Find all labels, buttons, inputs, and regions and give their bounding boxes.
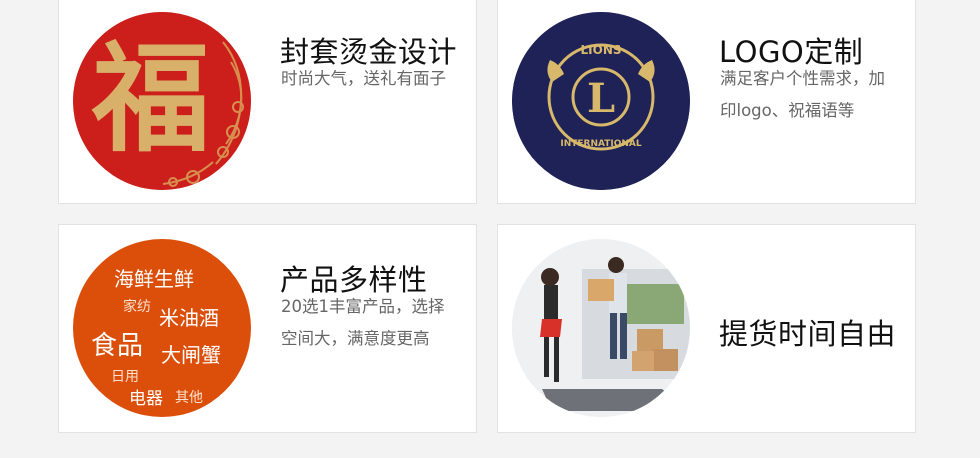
feature-card-product-variety: 海鲜生鲜 家纺 米油酒 食品 大闸蟹 日用 电器 其他 产品多样性 20选1丰富… bbox=[58, 224, 477, 433]
svg-text:L: L bbox=[587, 75, 615, 122]
card-title: 提货时间自由 bbox=[719, 317, 897, 351]
product-word: 米油酒 bbox=[159, 306, 219, 330]
fu-character-icon: 福 bbox=[73, 12, 251, 190]
fu-glyph: 福 bbox=[91, 29, 210, 168]
feature-card-flexible-pickup: 提货时间自由 bbox=[497, 224, 916, 433]
svg-text:LIONS: LIONS bbox=[581, 43, 622, 57]
features-section: 福 封套烫金设计 时尚大气，送礼有面子 L LIONS INTERNATIONA… bbox=[0, 0, 980, 458]
product-word: 日用 bbox=[111, 369, 139, 385]
card-description: 满足客户个性需求，加印logo、祝福语等 bbox=[720, 69, 885, 120]
lions-international-logo-icon: L LIONS INTERNATIONAL bbox=[512, 12, 690, 190]
delivery-courier-icon bbox=[512, 239, 690, 417]
feature-card-envelope-gilding: 福 封套烫金设计 时尚大气，送礼有面子 bbox=[58, 0, 477, 204]
product-word: 家纺 bbox=[123, 299, 151, 315]
product-word: 海鲜生鲜 bbox=[114, 267, 194, 291]
card-description: 时尚大气，送礼有面子 bbox=[281, 69, 446, 88]
feature-card-logo-custom: L LIONS INTERNATIONAL LOGO定制 满足客户个性需求，加印… bbox=[497, 0, 916, 204]
product-categories-icon: 海鲜生鲜 家纺 米油酒 食品 大闸蟹 日用 电器 其他 bbox=[73, 239, 251, 417]
product-word: 大闸蟹 bbox=[161, 343, 221, 367]
product-word: 电器 bbox=[129, 389, 163, 409]
svg-text:INTERNATIONAL: INTERNATIONAL bbox=[560, 139, 642, 149]
card-description: 20选1丰富产品，选择空间大，满意度更高 bbox=[281, 297, 445, 348]
product-word: 其他 bbox=[175, 390, 203, 406]
product-word: 食品 bbox=[91, 331, 144, 361]
